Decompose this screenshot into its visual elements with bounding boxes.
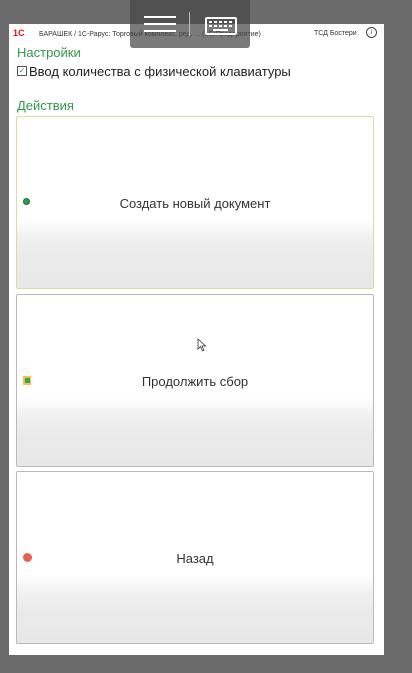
checkbox-label: Ввод количества с физической клавиатуры [29, 64, 291, 79]
actions-title: Действия [17, 98, 74, 113]
app-window: 1С БАРАШЕК / 1С-Рарус: Торговый комплекс… [9, 24, 384, 655]
floating-toolbar [130, 0, 250, 48]
info-icon[interactable]: i [366, 27, 377, 38]
mouse-cursor-icon [197, 338, 207, 352]
back-button[interactable]: Назад [16, 471, 374, 644]
settings-title: Настройки [17, 45, 81, 60]
create-document-label: Создать новый документ [119, 196, 271, 211]
hamburger-menu-icon[interactable] [144, 16, 176, 32]
user-name: ТСД Бостери [314, 30, 357, 37]
continue-collection-label: Продолжить сбор [141, 374, 249, 389]
keyboard-input-checkbox-row[interactable]: ✓ Ввод количества с физической клавиатуры [17, 64, 291, 79]
toolbar-separator [189, 12, 190, 36]
keyboard-icon[interactable] [205, 17, 237, 35]
checkbox-checked-icon[interactable]: ✓ [17, 65, 27, 76]
1c-logo-icon: 1С [13, 28, 25, 38]
back-label: Назад [176, 551, 214, 566]
create-document-button[interactable]: Создать новый документ [16, 116, 374, 289]
continue-collection-button[interactable]: Продолжить сбор [16, 294, 374, 467]
